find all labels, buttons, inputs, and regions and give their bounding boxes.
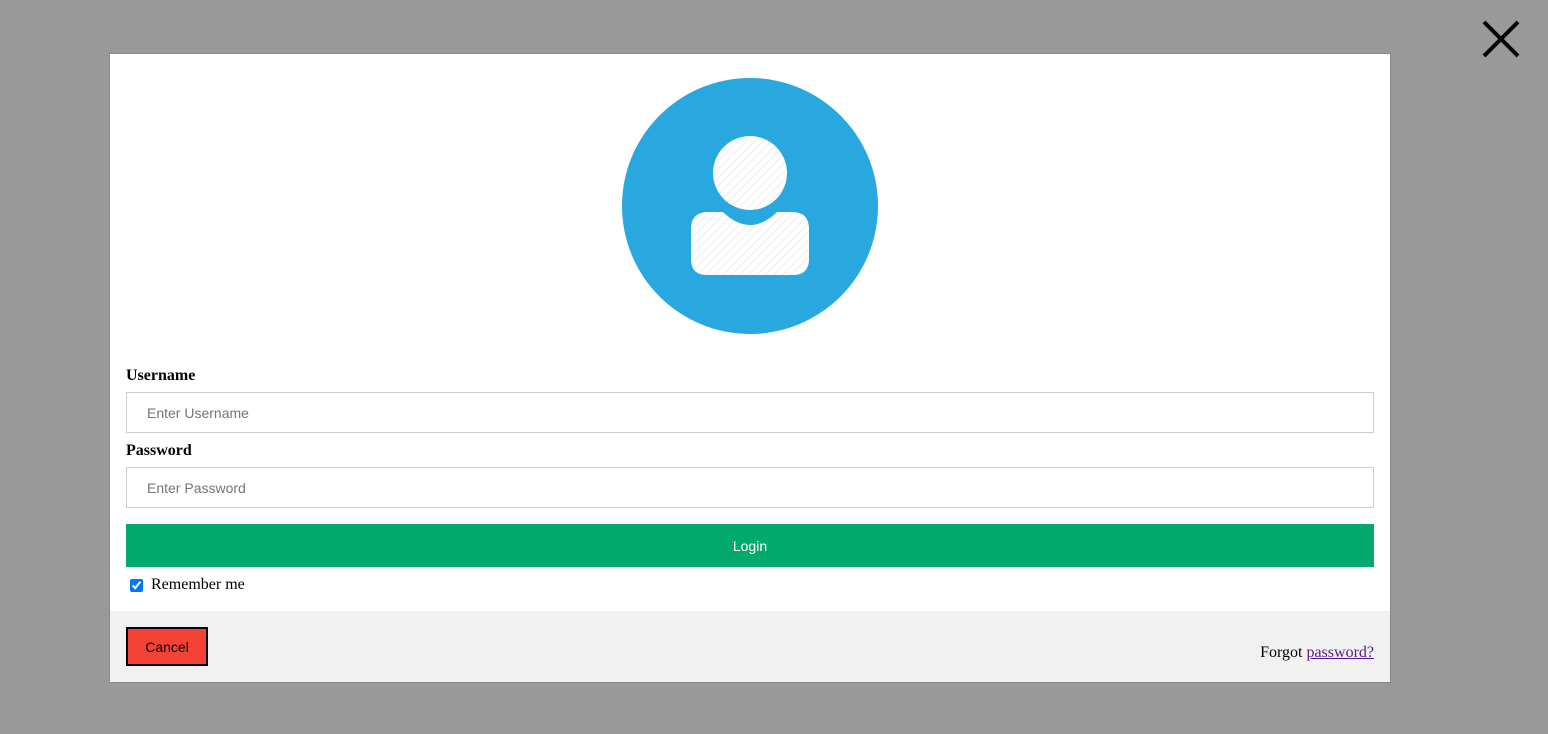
forgot-text: Forgot	[1260, 644, 1303, 661]
user-avatar-icon	[622, 78, 878, 334]
close-icon[interactable]	[1480, 18, 1522, 60]
modal-footer: Cancel Forgot password?	[110, 611, 1390, 682]
password-label: Password	[126, 442, 192, 459]
login-modal: Username Password Login Remember me Canc…	[109, 53, 1391, 683]
remember-me-row: Remember me	[128, 576, 245, 594]
login-button[interactable]: Login	[126, 524, 1374, 567]
forgot-password-text: Forgot password?	[1260, 644, 1374, 662]
remember-me-checkbox[interactable]	[130, 578, 143, 592]
cancel-button[interactable]: Cancel	[126, 627, 208, 666]
username-label: Username	[126, 367, 196, 384]
username-input[interactable]	[126, 392, 1374, 433]
forgot-password-link[interactable]: password?	[1306, 644, 1374, 661]
password-input[interactable]	[126, 467, 1374, 508]
remember-me-label: Remember me	[151, 576, 245, 593]
